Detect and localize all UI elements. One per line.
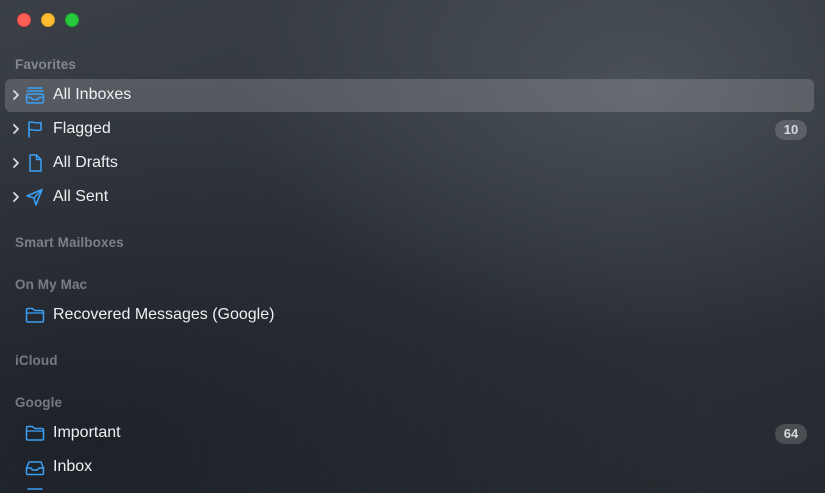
partially-visible-mailbox-icon bbox=[25, 488, 45, 493]
chevron-right-icon[interactable] bbox=[11, 156, 21, 170]
sidebar-item-flagged[interactable]: Flagged 10 bbox=[5, 113, 814, 146]
unread-count-badge: 64 bbox=[775, 424, 807, 444]
paper-plane-icon bbox=[26, 188, 43, 206]
section-title-icloud[interactable]: iCloud bbox=[15, 353, 58, 368]
chevron-right-icon[interactable] bbox=[11, 88, 21, 102]
sidebar-item-label: All Inboxes bbox=[53, 86, 132, 103]
sidebar-item-recovered-messages[interactable]: Recovered Messages (Google) bbox=[5, 299, 814, 332]
sidebar-item-label: Inbox bbox=[53, 458, 93, 475]
sidebar-item-label: All Sent bbox=[53, 188, 109, 205]
sidebar-item-important[interactable]: Important 64 bbox=[5, 417, 814, 450]
document-icon bbox=[29, 154, 42, 172]
sidebar-item-label: All Drafts bbox=[53, 154, 118, 171]
unread-count-badge: 10 bbox=[775, 120, 807, 140]
flag-icon bbox=[28, 121, 42, 138]
section-title-google[interactable]: Google bbox=[15, 395, 62, 410]
sidebar-item-all-sent[interactable]: All Sent bbox=[5, 181, 814, 214]
sidebar-item-inbox[interactable]: Inbox bbox=[5, 451, 814, 484]
section-title-on-my-mac[interactable]: On My Mac bbox=[15, 277, 87, 292]
sidebar-item-label: Important bbox=[53, 424, 121, 441]
section-title-favorites[interactable]: Favorites bbox=[15, 57, 76, 72]
chevron-right-icon[interactable] bbox=[11, 190, 21, 204]
sidebar-item-label: Recovered Messages (Google) bbox=[53, 306, 275, 323]
section-title-smart-mailboxes[interactable]: Smart Mailboxes bbox=[15, 235, 124, 250]
sidebar-item-label: Flagged bbox=[53, 120, 111, 137]
mailbox-sidebar: Favorites All Inboxes Flagged 10 All Dra… bbox=[0, 0, 825, 493]
folder-icon bbox=[25, 307, 45, 323]
sidebar-item-all-drafts[interactable]: All Drafts bbox=[5, 147, 814, 180]
folder-icon bbox=[25, 425, 45, 441]
sidebar-item-all-inboxes[interactable]: All Inboxes bbox=[5, 79, 814, 112]
tray-stack-icon bbox=[25, 87, 45, 104]
tray-icon bbox=[25, 461, 45, 476]
chevron-right-icon[interactable] bbox=[11, 122, 21, 136]
